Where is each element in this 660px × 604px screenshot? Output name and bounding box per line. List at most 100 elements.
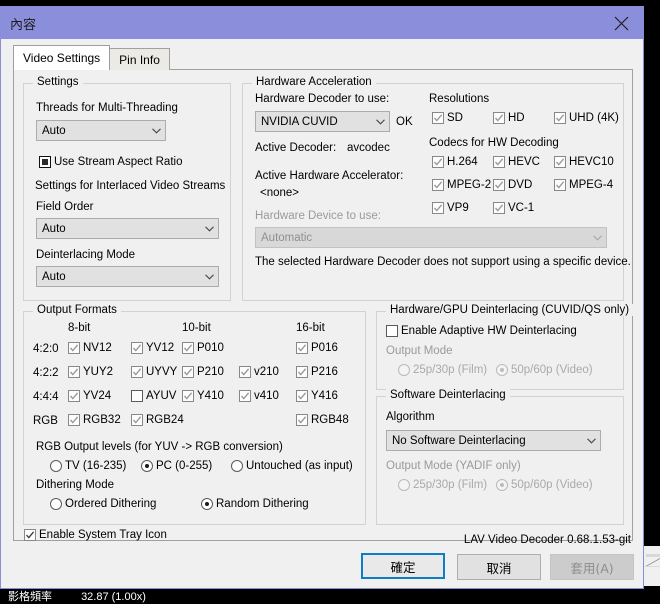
format-ayuv-checkbox[interactable]: AYUV [131, 390, 176, 402]
format-yv12-checkbox[interactable]: YV12 [131, 342, 174, 354]
codec-vc1-checkbox[interactable]: VC-1 [493, 202, 534, 214]
output-formats-group: Output Formats 8-bit 10-bit 16-bit 4:2:0… [23, 304, 366, 525]
hw-mode-50p60p-radio[interactable]: 50p/60p (Video) [496, 364, 593, 376]
format-yv24-checkbox[interactable]: YV24 [68, 390, 111, 402]
close-icon[interactable] [599, 7, 643, 39]
hw-mode-25p30p-radio[interactable]: 25p/30p (Film) [398, 364, 487, 376]
deinterlacing-mode-combobox[interactable]: Auto [36, 266, 219, 287]
format-y416-checkbox[interactable]: Y416 [296, 390, 338, 402]
codec-dvd-checkbox[interactable]: DVD [493, 179, 532, 191]
interlaced-streams-header: Settings for Interlaced Video Streams [35, 180, 226, 192]
format-yv12-label: YV12 [146, 342, 175, 354]
codec-mpeg2-checkbox[interactable]: MPEG-2 [432, 179, 491, 191]
checkbox-checked-icon [493, 112, 505, 124]
format-yv24-label: YV24 [83, 390, 112, 402]
radio-unselected-icon [50, 498, 62, 510]
format-nv12-label: NV12 [83, 342, 112, 354]
checkbox-checked-icon [432, 202, 444, 214]
format-rgb32-checkbox[interactable]: RGB32 [68, 414, 121, 426]
format-p216-checkbox[interactable]: P216 [296, 366, 338, 378]
cancel-button[interactable]: 取消 [457, 554, 541, 580]
col-header-16bit: 16-bit [296, 322, 325, 334]
format-rgb48-label: RGB48 [311, 414, 349, 426]
field-order-value: Auto [42, 222, 66, 235]
checkbox-checked-icon [68, 342, 80, 354]
chevron-down-icon [201, 225, 218, 232]
rgb-level-pc-radio[interactable]: PC (0-255) [141, 460, 212, 472]
checkbox-checked-icon [68, 390, 80, 402]
radio-unselected-icon [398, 364, 410, 376]
threads-combobox[interactable]: Auto [36, 120, 166, 141]
hardware-deinterlacing-group: Hardware/GPU Deinterlacing (CUVID/QS onl… [376, 304, 634, 390]
hardware-acceleration-group-label: Hardware Acceleration [252, 76, 376, 88]
format-yuy2-checkbox[interactable]: YUY2 [68, 366, 113, 378]
apply-button[interactable]: 套用(A) [550, 554, 634, 580]
format-v410-label: v410 [254, 390, 279, 402]
hw-device-note: The selected Hardware Decoder does not s… [255, 256, 631, 268]
enable-system-tray-icon-checkbox[interactable]: Enable System Tray Icon [24, 529, 167, 541]
dithering-ordered-radio[interactable]: Ordered Dithering [50, 498, 156, 510]
hw-decoder-combobox[interactable]: NVIDIA CUVID [255, 111, 390, 132]
format-p210-checkbox[interactable]: P210 [182, 366, 224, 378]
format-v210-label: v210 [254, 366, 279, 378]
row-label-444: 4:4:4 [33, 391, 59, 403]
threads-value: Auto [42, 124, 66, 137]
statusbar-label: 影格頻率 [8, 591, 52, 603]
rgb-level-tv-label: TV (16-235) [65, 460, 127, 472]
ok-button[interactable]: 確定 [361, 553, 445, 579]
rgb-level-tv-radio[interactable]: TV (16-235) [50, 460, 126, 472]
use-stream-aspect-ratio-label: Use Stream Aspect Ratio [54, 156, 183, 168]
format-v210-checkbox[interactable]: v210 [239, 366, 279, 378]
format-v410-checkbox[interactable]: v410 [239, 390, 279, 402]
format-p016-checkbox[interactable]: P016 [296, 342, 338, 354]
field-order-combobox[interactable]: Auto [36, 218, 219, 239]
background-window-titlebar [646, 554, 660, 557]
radio-selected-icon [496, 364, 508, 376]
tab-pin-info[interactable]: Pin Info [109, 48, 170, 70]
dialog-titlebar[interactable]: 內容 [1, 7, 643, 39]
resolution-uhd-checkbox[interactable]: UHD (4K) [554, 112, 619, 124]
software-deinterlacing-group-label: Software Deinterlacing [386, 389, 510, 401]
format-rgb48-checkbox[interactable]: RGB48 [296, 414, 349, 426]
codec-h264-checkbox[interactable]: H.264 [432, 156, 478, 168]
resolution-sd-checkbox[interactable]: SD [432, 112, 463, 124]
checkbox-checked-icon [554, 156, 566, 168]
codec-h264-label: H.264 [447, 156, 478, 168]
hw-decoder-value: NVIDIA CUVID [261, 115, 338, 128]
sw-mode-50p60p-label: 50p/60p (Video) [511, 479, 593, 491]
background-window[interactable] [643, 546, 660, 587]
codecs-label: Codecs for HW Decoding [429, 137, 559, 149]
checkbox-checked-icon [296, 390, 308, 402]
codec-mpeg4-label: MPEG-4 [569, 179, 614, 191]
format-p010-checkbox[interactable]: P010 [182, 342, 224, 354]
tab-video-settings[interactable]: Video Settings [13, 45, 111, 70]
codec-mpeg4-checkbox[interactable]: MPEG-4 [554, 179, 613, 191]
format-nv12-checkbox[interactable]: NV12 [68, 342, 112, 354]
settings-group: Settings Threads for Multi-Threading Aut… [23, 76, 231, 301]
checkbox-checked-icon [182, 342, 194, 354]
enable-adaptive-hw-deinterlacing-checkbox[interactable]: Enable Adaptive HW Deinterlacing [386, 325, 577, 337]
resolution-uhd-label: UHD (4K) [569, 112, 619, 124]
sw-mode-50p60p-radio[interactable]: 50p/60p (Video) [496, 479, 593, 491]
tab-strip: Video Settings Pin Info [13, 45, 170, 70]
codec-vc1-label: VC-1 [508, 202, 535, 214]
row-label-422: 4:2:2 [33, 367, 59, 379]
radio-selected-icon [201, 498, 213, 510]
codec-vp9-label: VP9 [447, 202, 469, 214]
format-y410-checkbox[interactable]: Y410 [182, 390, 224, 402]
format-uyvy-checkbox[interactable]: UYVY [131, 366, 177, 378]
hw-device-combobox[interactable]: Automatic [255, 227, 607, 248]
codec-vp9-checkbox[interactable]: VP9 [432, 202, 469, 214]
rgb-level-pc-label: PC (0-255) [156, 460, 213, 472]
dithering-random-radio[interactable]: Random Dithering [201, 498, 309, 510]
checkbox-checked-icon [554, 112, 566, 124]
codec-hevc10-checkbox[interactable]: HEVC10 [554, 156, 614, 168]
sw-mode-25p30p-radio[interactable]: 25p/30p (Film) [398, 479, 487, 491]
radio-unselected-icon [398, 479, 410, 491]
sw-algorithm-combobox[interactable]: No Software Deinterlacing [386, 430, 601, 451]
use-stream-aspect-ratio-checkbox[interactable]: Use Stream Aspect Ratio [39, 156, 182, 168]
codec-hevc-checkbox[interactable]: HEVC [493, 156, 540, 168]
rgb-level-untouched-radio[interactable]: Untouched (as input) [231, 460, 353, 472]
resolution-hd-checkbox[interactable]: HD [493, 112, 525, 124]
format-rgb24-checkbox[interactable]: RGB24 [131, 414, 184, 426]
